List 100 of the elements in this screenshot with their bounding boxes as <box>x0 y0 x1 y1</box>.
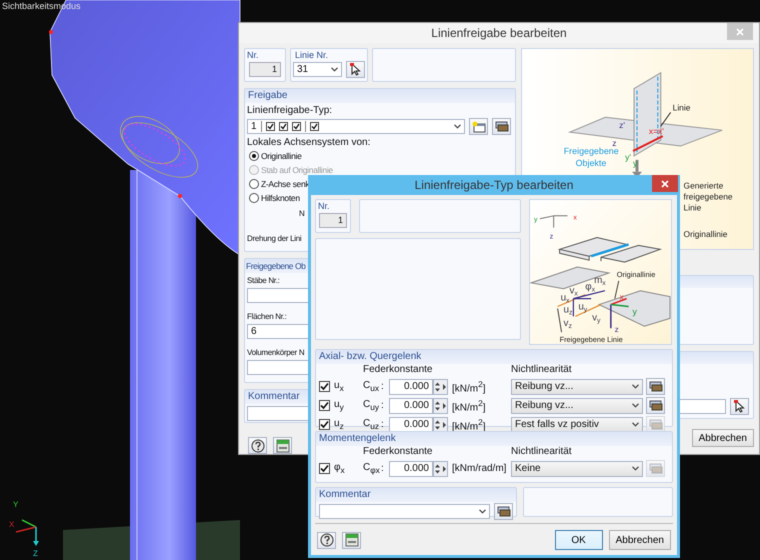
edit-button[interactable] <box>646 378 665 395</box>
constant-label: C$_{ux}$ <box>363 380 380 393</box>
separator-text: : <box>381 463 385 474</box>
library-button[interactable] <box>492 118 511 135</box>
sheet-icon <box>276 438 290 452</box>
spin-arrows-icon[interactable] <box>433 398 448 414</box>
section-title: Kommentar <box>316 488 516 502</box>
diagram-label: y <box>632 306 637 316</box>
cancel-button[interactable]: Abbrechen <box>608 530 671 550</box>
pick-button[interactable] <box>730 398 749 415</box>
number-field[interactable]: 0.000 <box>389 416 433 432</box>
new-button[interactable] <box>469 118 488 135</box>
diagram-label: Originallinie <box>684 229 728 240</box>
number-field[interactable]: 0.000 <box>389 398 433 414</box>
number-field[interactable]: 0.000 <box>389 460 433 476</box>
nonlinearity-dropdown[interactable]: Keine <box>511 460 643 476</box>
diagram-label: φ$_{x}$ <box>585 282 596 294</box>
separator-text: : <box>381 419 385 430</box>
column-header: Nichtlinearität <box>511 364 573 376</box>
diagram-label: z <box>612 138 616 148</box>
release-type-dropdown[interactable]: 1 <box>247 119 465 134</box>
radio-option[interactable]: Hilfsknoten <box>247 192 300 204</box>
pick-button[interactable] <box>346 61 365 78</box>
field-label: Linie Nr. <box>294 49 330 61</box>
caret-icon <box>632 403 639 408</box>
spin-arrows-icon[interactable] <box>433 460 448 476</box>
stack-icon <box>648 419 662 430</box>
pointer-icon <box>734 400 745 413</box>
help-button[interactable] <box>248 437 267 454</box>
nonlinearity-dropdown[interactable]: Fest falls vz positiv <box>511 416 643 432</box>
constant-label: C$_{uz}$ <box>363 418 380 431</box>
section-title: Axial- bzw. Quergelenk <box>316 350 672 364</box>
spin-arrows-icon[interactable] <box>433 416 448 432</box>
axis-label: Z <box>33 549 38 558</box>
checkbox[interactable] <box>319 400 330 411</box>
diagram-label: v$_{y}$ <box>592 312 600 324</box>
help-icon <box>320 533 334 547</box>
stack-icon <box>496 506 510 517</box>
diagram-label: Objekte <box>576 158 606 168</box>
diagram-label: Linie <box>672 102 690 112</box>
diagram-label: z <box>614 325 619 334</box>
dof-label: u$_{x}$ <box>333 380 345 393</box>
close-icon <box>736 28 744 36</box>
close-button[interactable] <box>652 175 678 192</box>
number-field[interactable]: 0.000 <box>389 378 433 394</box>
field-label: Stäbe Nr.: <box>247 275 280 286</box>
spin-arrows-icon[interactable] <box>433 378 448 394</box>
library-button[interactable] <box>494 503 513 520</box>
axis-triad-icon <box>16 519 39 546</box>
field-label: Flächen Nr.: <box>247 311 287 322</box>
diagram-label: x=x' <box>648 126 664 136</box>
help-icon <box>250 438 264 452</box>
cancel-button[interactable]: Abbrechen <box>692 429 754 447</box>
caret-icon <box>632 384 639 389</box>
units-button[interactable] <box>273 437 292 454</box>
unit-label: [kNm/rad/m] <box>451 463 508 474</box>
number-field: 1 <box>249 62 281 77</box>
number-field: 1 <box>319 213 347 228</box>
caret-icon <box>632 422 639 427</box>
diagram-label: x <box>620 292 624 302</box>
diagram-label: y' <box>625 152 631 162</box>
stack-icon <box>494 121 508 132</box>
dof-label: u$_{z}$ <box>333 418 345 431</box>
section-title: Freigabe <box>245 89 515 103</box>
diagram-label: Linie <box>684 202 702 212</box>
column-header: Nichtlinearität <box>511 446 573 458</box>
window-title: Linienfreigabe bearbeiten <box>431 26 567 40</box>
separator-text: : <box>381 381 385 392</box>
diagram-label: y <box>633 158 638 168</box>
line-number-dropdown[interactable]: 31 <box>293 62 342 77</box>
field-label: N <box>299 208 304 219</box>
window-title: Linienfreigabe-Typ bearbeiten <box>414 178 574 192</box>
diagram-label: Freigegebene <box>564 146 619 156</box>
sheet-icon <box>344 533 358 547</box>
checkbox[interactable] <box>319 463 330 474</box>
constant-label: C$_{φx}$ <box>363 462 381 475</box>
close-icon <box>661 180 669 188</box>
field-label: Nr. <box>246 49 260 61</box>
axis-label: Y <box>13 500 18 509</box>
field-label: Linienfreigabe-Typ: <box>247 105 332 116</box>
checkbox[interactable] <box>319 381 330 392</box>
pointer-icon <box>350 63 361 76</box>
new-sheet-icon <box>472 120 486 132</box>
radio-option[interactable]: Originallinie <box>247 150 302 162</box>
diagram-label: Generierte <box>684 180 724 191</box>
nonlinearity-dropdown[interactable]: Reibung vz... <box>511 398 643 414</box>
ok-button[interactable]: OK <box>554 530 603 550</box>
column-header: Federkonstante <box>363 446 434 458</box>
caret-icon <box>331 67 338 72</box>
diagram-label: v$_{x}$ <box>569 286 578 298</box>
nonlinearity-dropdown[interactable]: Reibung vz... <box>511 378 643 394</box>
checkbox[interactable] <box>319 419 330 430</box>
units-button[interactable] <box>342 532 361 548</box>
column-header: Federkonstante <box>363 364 434 376</box>
diagram-label: m$_{x}$ <box>594 274 606 287</box>
edit-button[interactable] <box>646 397 665 414</box>
field-label: Volumenkörper N <box>247 347 304 358</box>
help-button[interactable] <box>317 532 336 548</box>
caret-icon <box>632 466 639 471</box>
stack-icon <box>648 463 662 474</box>
